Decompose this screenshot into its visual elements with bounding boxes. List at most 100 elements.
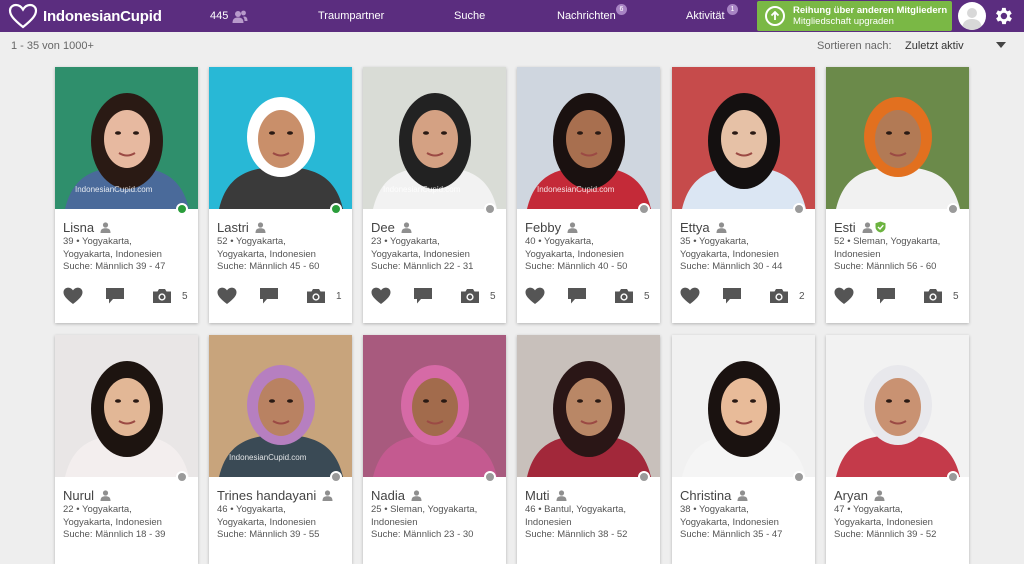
profile-photo[interactable]: IndonesianCupid.com [517,67,660,209]
profile-seeking: Suche: Männlich 39 - 47 [63,261,166,272]
camera-icon[interactable] [460,287,480,305]
profile-seeking: Suche: Männlich 39 - 55 [217,529,320,540]
user-avatar[interactable] [958,2,986,30]
photo-count: 2 [799,290,805,302]
profile-name[interactable]: Nurul [63,488,94,503]
gear-icon[interactable] [992,5,1014,27]
profile-name[interactable]: Trines handayani [217,488,316,503]
profile-card[interactable]: IndonesianCupid.com Lisna 39 • Yogyakart… [55,67,198,323]
nav-suche-label: Suche [454,10,486,22]
message-icon[interactable] [876,287,896,305]
nav-suche[interactable]: Suche [454,0,485,32]
activity-badge: 1 [727,4,738,15]
profile-photo[interactable] [672,335,815,477]
person-icon [411,489,422,501]
profile-name[interactable]: Ettya [680,220,710,235]
upgrade-button[interactable]: Reihung über anderen Mitgliedern Mitglie… [757,1,952,31]
profile-location: Yogyakarta, Indonesien [217,248,316,260]
users-icon [232,10,248,23]
upgrade-title: Reihung über anderen Mitgliedern [793,5,948,16]
nav-traumpartner-label: Traumpartner [318,10,385,22]
photo-count: 5 [490,290,496,302]
profile-photo[interactable] [826,335,969,477]
profile-name[interactable]: Dee [371,220,395,235]
profile-name[interactable]: Febby [525,220,561,235]
profile-card[interactable]: Esti 52 • Sleman, Yogyakarta, Indonesien… [826,67,969,323]
nav-nachrichten[interactable]: Nachrichten [557,0,616,32]
profile-card[interactable]: Nurul 22 • Yogyakarta, Yogyakarta, Indon… [55,335,198,564]
camera-icon[interactable] [923,287,943,305]
profile-card[interactable]: IndonesianCupid.com Trines handayani 46 … [209,335,352,564]
profile-card[interactable]: IndonesianCupid.com Febby 40 • Yogyakart… [517,67,660,323]
heart-icon[interactable] [680,287,700,305]
results-count: 1 - 35 von 1000+ [11,40,94,52]
profile-card[interactable]: Ettya 35 • Yogyakarta, Yogyakarta, Indon… [672,67,815,323]
profile-location: Yogyakarta, Indonesien [680,248,779,260]
heart-icon[interactable] [63,287,83,305]
profile-name[interactable]: Lastri [217,220,249,235]
profile-card[interactable]: Aryan 47 • Yogyakarta, Yogyakarta, Indon… [826,335,969,564]
message-icon[interactable] [722,287,742,305]
profile-name[interactable]: Esti [834,220,856,235]
message-icon[interactable] [567,287,587,305]
person-icon [401,221,412,233]
chevron-down-icon[interactable] [996,42,1006,48]
profile-card[interactable]: Lastri 52 • Yogyakarta, Yogyakarta, Indo… [209,67,352,323]
photo-count: 1 [336,290,342,302]
nav-traumpartner[interactable]: Traumpartner [318,0,384,32]
camera-icon[interactable] [152,287,172,305]
heart-icon[interactable] [525,287,545,305]
profile-age-location: 52 • Sleman, Yogyakarta, [834,236,941,247]
person-icon [567,221,578,233]
profile-name[interactable]: Muti [525,488,550,503]
profile-photo[interactable] [209,67,352,209]
photo-count: 5 [644,290,650,302]
person-icon [874,489,885,501]
sort-dropdown[interactable]: Zuletzt aktiv [905,40,964,52]
profile-name[interactable]: Nadia [371,488,405,503]
profile-photo[interactable] [517,335,660,477]
heart-icon[interactable] [834,287,854,305]
profile-card[interactable]: IndonesianCupid.com Dee 23 • Yogyakarta,… [363,67,506,323]
profile-location: Yogyakarta, Indonesien [371,248,470,260]
watermark-text: IndonesianCupid.com [537,185,615,194]
heart-icon[interactable] [371,287,391,305]
photo-watermark: IndonesianCupid.com [229,453,306,462]
nav-aktivitaet-label: Aktivität [686,10,725,22]
profile-photo[interactable] [672,67,815,209]
message-icon[interactable] [413,287,433,305]
heart-icon[interactable] [217,287,237,305]
profile-card[interactable]: Nadia 25 • Sleman, Yogyakarta, Indonesie… [363,335,506,564]
profile-photo[interactable]: IndonesianCupid.com [209,335,352,477]
message-icon[interactable] [259,287,279,305]
likes-counter[interactable]: 445 [210,10,248,23]
heart-logo-icon [8,3,38,29]
profile-age-location: 52 • Yogyakarta, [217,236,286,247]
photo-count: 5 [953,290,959,302]
upgrade-subtitle: Mitgliedschaft upgraden [793,16,894,27]
camera-icon[interactable] [769,287,789,305]
profile-card[interactable]: Christina 38 • Yogyakarta, Yogyakarta, I… [672,335,815,564]
messages-badge: 6 [616,4,627,15]
profile-name[interactable]: Lisna [63,220,94,235]
top-navigation-bar: IndonesianCupid 445 Traumpartner Suche N… [0,0,1024,32]
camera-icon[interactable] [306,287,326,305]
profile-name[interactable]: Aryan [834,488,868,503]
profile-photo[interactable] [363,335,506,477]
profile-name[interactable]: Christina [680,488,731,503]
profile-photo[interactable] [55,335,198,477]
message-icon[interactable] [105,287,125,305]
profile-seeking: Suche: Männlich 39 - 52 [834,529,937,540]
brand-logo[interactable]: IndonesianCupid [8,3,198,29]
profile-photo[interactable]: IndonesianCupid.com [363,67,506,209]
profile-card[interactable]: Muti 46 • Bantul, Yogyakarta, Indonesien… [517,335,660,564]
profile-age-location: 35 • Yogyakarta, [680,236,749,247]
profile-age-location: 47 • Yogyakarta, [834,504,903,515]
profile-photo[interactable] [826,67,969,209]
camera-icon[interactable] [614,287,634,305]
profile-seeking: Suche: Männlich 35 - 47 [680,529,783,540]
profile-age-location: 38 • Yogyakarta, [680,504,749,515]
profile-photo[interactable]: IndonesianCupid.com [55,67,198,209]
photo-watermark: IndonesianCupid.com [75,185,152,194]
nav-aktivitaet[interactable]: Aktivität [686,0,725,32]
